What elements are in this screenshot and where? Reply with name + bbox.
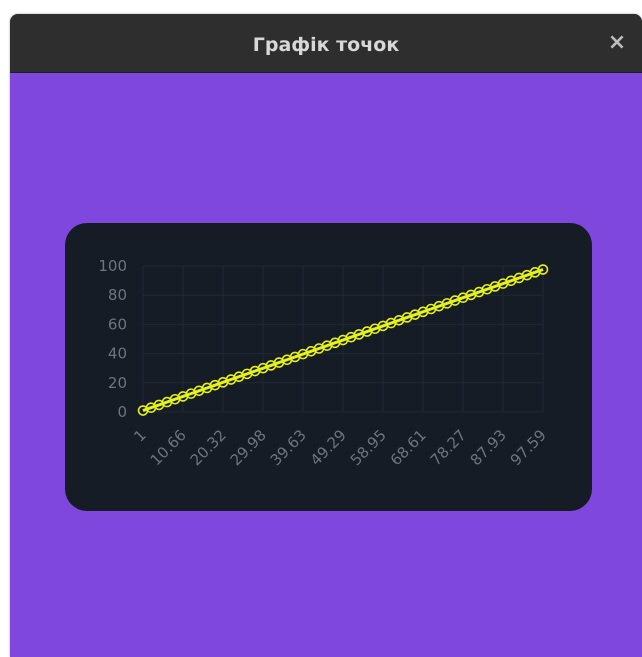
title-bar[interactable]: Графік точок × [10,14,642,73]
x-tick-label: 20.32 [187,426,230,469]
x-axis-ticks: 110.6620.3229.9839.6349.2958.9568.6178.2… [130,426,549,469]
chart-card: 0 20 40 60 80 100 1 10.66 20.32 29.98 39.63 49.29 5… [65,223,592,511]
y-tick-label: 0 [117,403,127,421]
x-tick-label: 68.61 [387,426,430,469]
y-tick-label: 40 [108,345,127,363]
y-tick-label: 100 [98,257,127,275]
x-tick-label: 10.66 [147,426,190,469]
x-tick-label: 58.95 [347,426,390,469]
y-tick-label: 20 [108,374,127,392]
x-tick-label: 78.27 [427,426,470,469]
x-tick-label: 49.29 [307,426,350,469]
x-tick-label: 1 [130,426,149,445]
window-title: Графік точок [252,34,400,56]
app-window: Графік точок × 0 20 40 60 80 100 1 10.66 20.32 2… [10,14,642,657]
x-tick-label: 87.93 [467,426,510,469]
y-axis-ticks: 0 20 40 60 80 100 [98,257,127,421]
x-tick-label: 39.63 [267,426,310,469]
y-tick-label: 60 [108,315,127,333]
x-tick-label: 97.59 [507,426,550,469]
x-tick-label: 29.98 [227,426,270,469]
y-tick-label: 80 [108,286,127,304]
close-icon[interactable]: × [606,32,628,54]
points-chart: 0 20 40 60 80 100 110.6620.3229.9839.6349.295… [98,257,549,469]
